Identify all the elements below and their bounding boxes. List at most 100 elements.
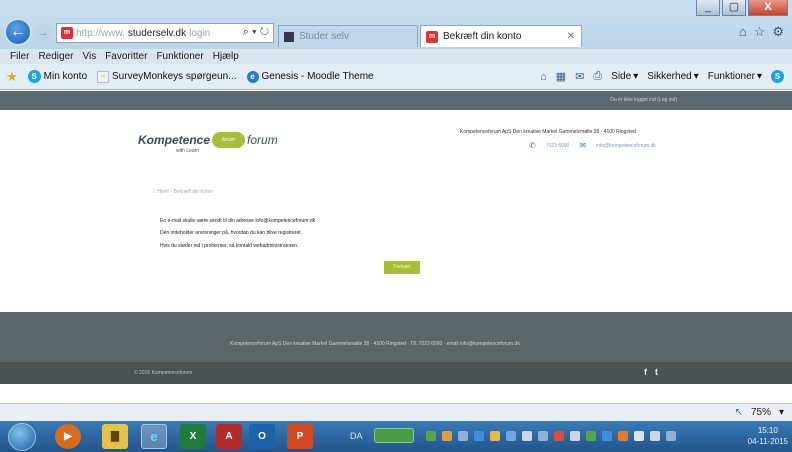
command-sikkerhed[interactable]: Sikkerhed ▾ [647,71,699,82]
twitter-icon[interactable]: t [655,367,658,377]
contact-phone[interactable]: 7023 6090 [546,143,570,149]
tray-icon[interactable] [586,431,596,441]
menu-bar: Filer Rediger Vis Favoritter Funktioner … [0,49,792,64]
print-icon[interactable]: ⎙ [593,70,602,83]
minimize-button[interactable]: _ [696,0,720,16]
social-links: f t [644,367,658,377]
favorite-genesis[interactable]: e Genesis - Moodle Theme [246,70,374,83]
language-indicator[interactable]: DA [350,431,363,441]
status-bar: ↖ 75% ▾ [0,403,792,421]
tab-bekraeft-konto[interactable]: m Bekræft din konto ✕ [420,25,582,47]
tray-icon[interactable] [602,431,612,441]
favorite-min-konto[interactable]: S Min konto [27,70,87,83]
site-logo[interactable]: Kompetence forum forum [138,132,278,148]
back-button[interactable]: ← [4,18,32,46]
tray-icon[interactable] [490,431,500,441]
site-favicon: m [61,27,73,39]
zoom-control[interactable]: ↖ 75% ▾ [735,407,784,418]
address-bar[interactable]: m http://www. studerselv.dk login ⌕ ▾ ↻ [56,23,274,43]
continue-button[interactable]: Fortsæt [384,261,420,274]
refresh-icon[interactable]: ↻ [260,26,269,38]
site-subfooter: © 2015 Kompetenceforum f t [0,362,792,384]
forward-button[interactable]: → [34,24,52,42]
tray-icon[interactable] [474,431,484,441]
system-tray [426,431,676,441]
tab-favicon [284,31,294,42]
ie-icon: e [246,70,259,83]
logo-text-1: Kompetence [138,133,211,147]
zoom-icon: ↖ [734,407,743,418]
menu-item-hjaelp[interactable]: Hjælp [213,51,239,62]
confirmation-message-3: Hvis du støder ind i problemer, så konta… [160,243,299,249]
command-label: Sikkerhed [647,71,692,82]
close-button[interactable]: X [748,0,788,16]
contact-address: Kompetenceforum ApS Den kreative Markel … [460,129,636,135]
home-icon[interactable]: ⌂ [739,24,747,40]
breadcrumb[interactable]: ⌂ Hjem · Bekræft din konto [153,189,213,195]
logo-badge: forum [212,132,246,148]
clock-date: 04-11-2015 [747,437,788,446]
close-tab-icon[interactable]: ✕ [567,31,575,42]
window-controls: _ ▢ X [696,0,788,16]
chevron-down-icon[interactable]: ▾ [252,26,257,38]
mail-icon[interactable]: ✉ [575,70,584,83]
favorite-surveymonkey[interactable]: ~ SurveyMonkeys spørgeun... [97,70,237,83]
tab-label: Studer selv [299,31,350,42]
command-bar: ⌂ ▦ ✉ ⎙ Side ▾ Sikkerhed ▾ Funktioner ▾ S [540,70,792,83]
home-icon[interactable]: ⌂ [540,71,547,83]
excel-icon[interactable]: X [180,424,206,449]
tray-icon[interactable] [426,431,436,441]
phone-icon: ✆ [529,141,536,150]
contact-email[interactable]: info@kompetenceforum.dk [596,143,656,149]
menu-item-filer[interactable]: Filer [10,51,29,62]
favorites-star-icon[interactable]: ☆ [754,24,766,40]
tray-icon[interactable] [634,431,644,441]
powerpoint-icon[interactable]: P [287,424,313,449]
system-clock[interactable]: 15:10 04-11-2015 [748,425,788,447]
copyright: © 2015 Kompetenceforum [134,370,193,376]
facebook-icon[interactable]: f [644,367,647,377]
tray-icon[interactable] [506,431,516,441]
gear-icon[interactable]: ⚙ [772,24,784,40]
search-icon[interactable]: ⌕ [243,26,249,38]
favorites-star-icon[interactable]: ★ [6,69,18,85]
command-side[interactable]: Side ▾ [611,71,638,82]
feeds-icon[interactable]: ▦ [556,70,566,83]
chevron-down-icon[interactable]: ▾ [779,407,784,418]
outlook-icon[interactable]: O [249,424,275,449]
tray-icon[interactable] [570,431,580,441]
skype-icon[interactable]: S [771,70,784,83]
login-status[interactable]: Du er ikke logget ind (Log ind) [610,97,677,103]
favorite-label: SurveyMonkeys spørgeun... [112,71,237,82]
command-label: Funktioner [707,71,755,82]
zoom-level: 75% [750,407,771,418]
confirmation-message-2: Den indeholder anvisninger på, hvordan d… [160,230,303,236]
speaker-icon[interactable] [650,431,660,441]
contact-details: ✆ 7023 6090 ✉ info@kompetenceforum.dk [529,141,656,150]
access-icon[interactable]: A [216,424,242,449]
tray-app-icon[interactable] [374,428,414,443]
start-button[interactable] [8,423,36,451]
tray-icon[interactable] [522,431,532,441]
tab-favicon: m [426,30,438,43]
clock-time: 15:10 [757,426,778,435]
command-funktioner[interactable]: Funktioner ▾ [708,71,762,82]
menu-item-vis[interactable]: Vis [82,51,96,62]
internet-explorer-icon[interactable]: e [141,424,167,449]
windows-taskbar: ▶ ▇ e X A O P DA 15:10 04-11-2015 [0,421,792,452]
tray-icon[interactable] [618,431,628,441]
tray-icon[interactable] [458,431,468,441]
tab-studer-selv[interactable]: Studer selv [278,25,418,47]
tray-icon[interactable] [554,431,564,441]
page-content: Kompetence forum forum with Learn Kompet… [0,110,792,312]
menu-item-favoritter[interactable]: Favoritter [105,51,147,62]
tray-icon[interactable] [442,431,452,441]
maximize-button[interactable]: ▢ [722,0,746,16]
file-explorer-icon[interactable]: ▇ [102,424,128,449]
menu-item-funktioner[interactable]: Funktioner [156,51,203,62]
menu-item-rediger[interactable]: Rediger [38,51,73,62]
tray-icon[interactable] [538,431,548,441]
network-icon[interactable] [666,431,676,441]
media-player-icon[interactable]: ▶ [55,424,81,449]
logo-text-2: forum [247,133,278,147]
